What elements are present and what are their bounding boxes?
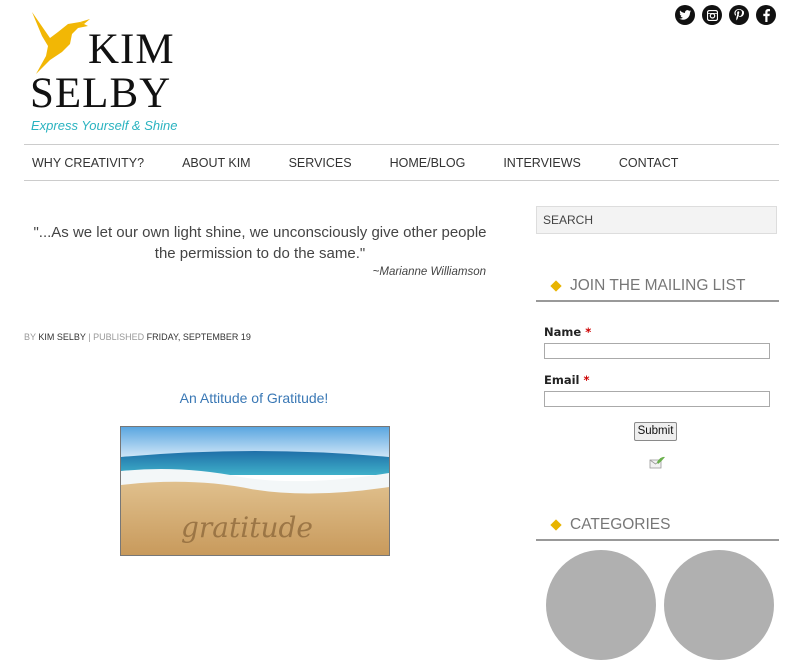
- category-thumbnail[interactable]: [546, 550, 656, 660]
- nav-item-interviews[interactable]: INTERVIEWS: [503, 156, 581, 170]
- nav-item-contact[interactable]: CONTACT: [619, 156, 679, 170]
- diamond-bullet-icon: [550, 519, 562, 531]
- submit-button[interactable]: Submit: [634, 422, 677, 441]
- email-field[interactable]: [544, 391, 770, 407]
- post-title[interactable]: An Attitude of Gratitude!: [24, 390, 484, 406]
- facebook-icon[interactable]: [756, 5, 776, 25]
- categories-title: CATEGORIES: [536, 511, 779, 541]
- site-tagline: Express Yourself & Shine: [31, 118, 178, 133]
- required-mark: *: [583, 373, 590, 387]
- required-mark: *: [585, 325, 592, 339]
- logo-name-line2: SELBY: [30, 70, 172, 117]
- name-field-label: Name *: [544, 325, 591, 339]
- post-image-gratitude[interactable]: gratitude: [120, 426, 390, 556]
- logo-name-line1: KIM: [88, 26, 175, 73]
- email-label-text: Email: [544, 373, 580, 387]
- byline-published-label: PUBLISHED: [93, 332, 145, 342]
- main-nav: WHY CREATIVITY? ABOUT KIM SERVICES HOME/…: [24, 144, 779, 181]
- hummingbird-icon: [32, 12, 90, 74]
- categories-title-text: CATEGORIES: [570, 516, 671, 533]
- quote-author: ~Marianne Williamson: [372, 266, 486, 278]
- search-input[interactable]: SEARCH: [536, 206, 777, 234]
- name-label-text: Name: [544, 325, 582, 339]
- byline-by-label: BY: [24, 332, 36, 342]
- post-byline: BY KIM SELBY | PUBLISHED FRIDAY, SEPTEMB…: [24, 332, 251, 342]
- email-field-label: Email *: [544, 373, 590, 387]
- twitter-icon[interactable]: [675, 5, 695, 25]
- nav-item-why-creativity[interactable]: WHY CREATIVITY?: [32, 156, 144, 170]
- nav-item-services[interactable]: SERVICES: [289, 156, 352, 170]
- name-field[interactable]: [544, 343, 770, 359]
- svg-text:gratitude: gratitude: [181, 511, 313, 544]
- featured-quote: "...As we let our own light shine, we un…: [33, 224, 487, 262]
- mailing-list-title: JOIN THE MAILING LIST: [536, 272, 779, 302]
- nav-item-home-blog[interactable]: HOME/BLOG: [390, 156, 466, 170]
- social-links: [675, 5, 776, 25]
- diamond-bullet-icon: [550, 280, 562, 292]
- nav-item-about-kim[interactable]: ABOUT KIM: [182, 156, 251, 170]
- mailchimp-icon[interactable]: [649, 456, 665, 470]
- site-logo[interactable]: KIM SELBY Express Yourself & Shine: [26, 8, 226, 138]
- category-thumbnail[interactable]: [664, 550, 774, 660]
- post-date: FRIDAY, SEPTEMBER 19: [146, 332, 251, 342]
- beach-image: gratitude: [121, 427, 389, 555]
- instagram-icon[interactable]: [702, 5, 722, 25]
- byline-separator: |: [88, 332, 91, 342]
- pinterest-icon[interactable]: [729, 5, 749, 25]
- mailing-list-title-text: JOIN THE MAILING LIST: [570, 277, 746, 294]
- post-author-link[interactable]: KIM SELBY: [38, 332, 85, 342]
